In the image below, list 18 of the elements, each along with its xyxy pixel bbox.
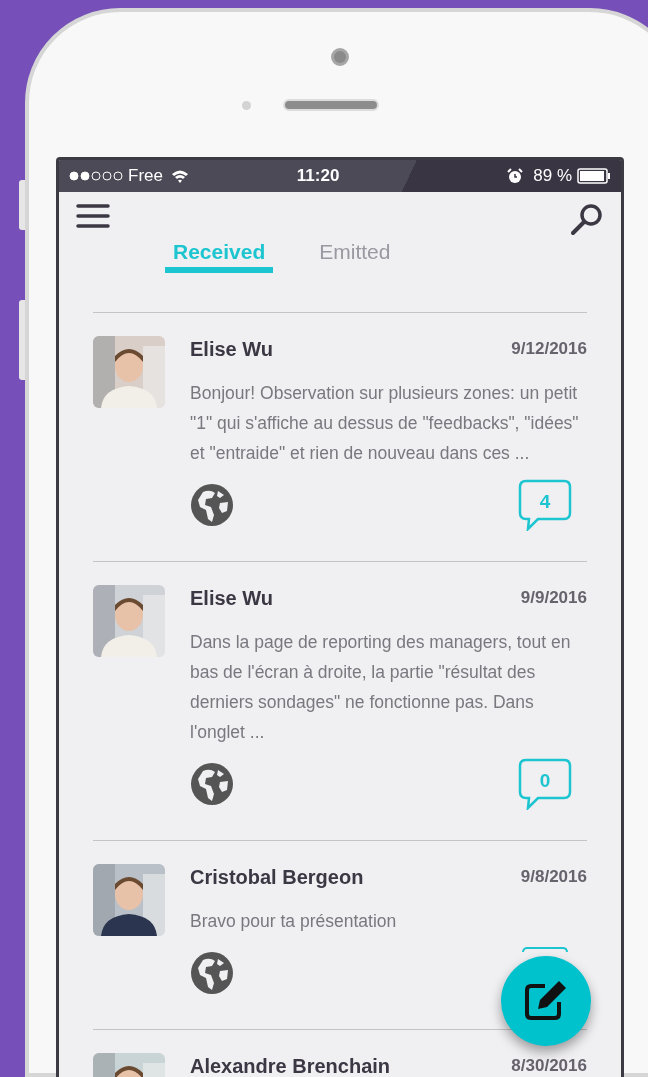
message-text: Bravo pour ta présentation (190, 910, 398, 933)
carrier-name: Free (128, 165, 163, 188)
message-date: 9/8/2016 (520, 866, 587, 889)
author-name: Cristobal Bergeon (190, 865, 364, 890)
author-name: Elise Wu (190, 586, 273, 611)
tab[interactable]: Emitted (311, 236, 399, 273)
message-date: 9/12/2016 (511, 338, 587, 361)
author-name: Elise Wu (190, 337, 273, 362)
comment-count[interactable]: 4 (518, 479, 572, 531)
message-date: 8/30/2016 (511, 1055, 587, 1077)
clock-time: 11:20 (295, 165, 341, 188)
tab[interactable]: Received (165, 236, 274, 273)
author-name: Alexandre Brenchain (190, 1054, 391, 1077)
message-text: Bonjour! Observation sur plusieurs zones: un petit "1" qui s'affiche au dessus de "feedbacks", "idées" et "entraide" et rien de nouveau dans ces ... (190, 382, 580, 465)
message-date: 9/9/2016 (520, 587, 587, 610)
message-text: Dans la page de reporting des managers, tout en bas de l'écran à droite, la partie "résultat des derniers sondages" ne fonctionne pas. Dans l'onglet ... (190, 631, 572, 744)
comment-count[interactable]: 0 (518, 758, 572, 810)
battery-level: 89 % (533, 165, 572, 188)
